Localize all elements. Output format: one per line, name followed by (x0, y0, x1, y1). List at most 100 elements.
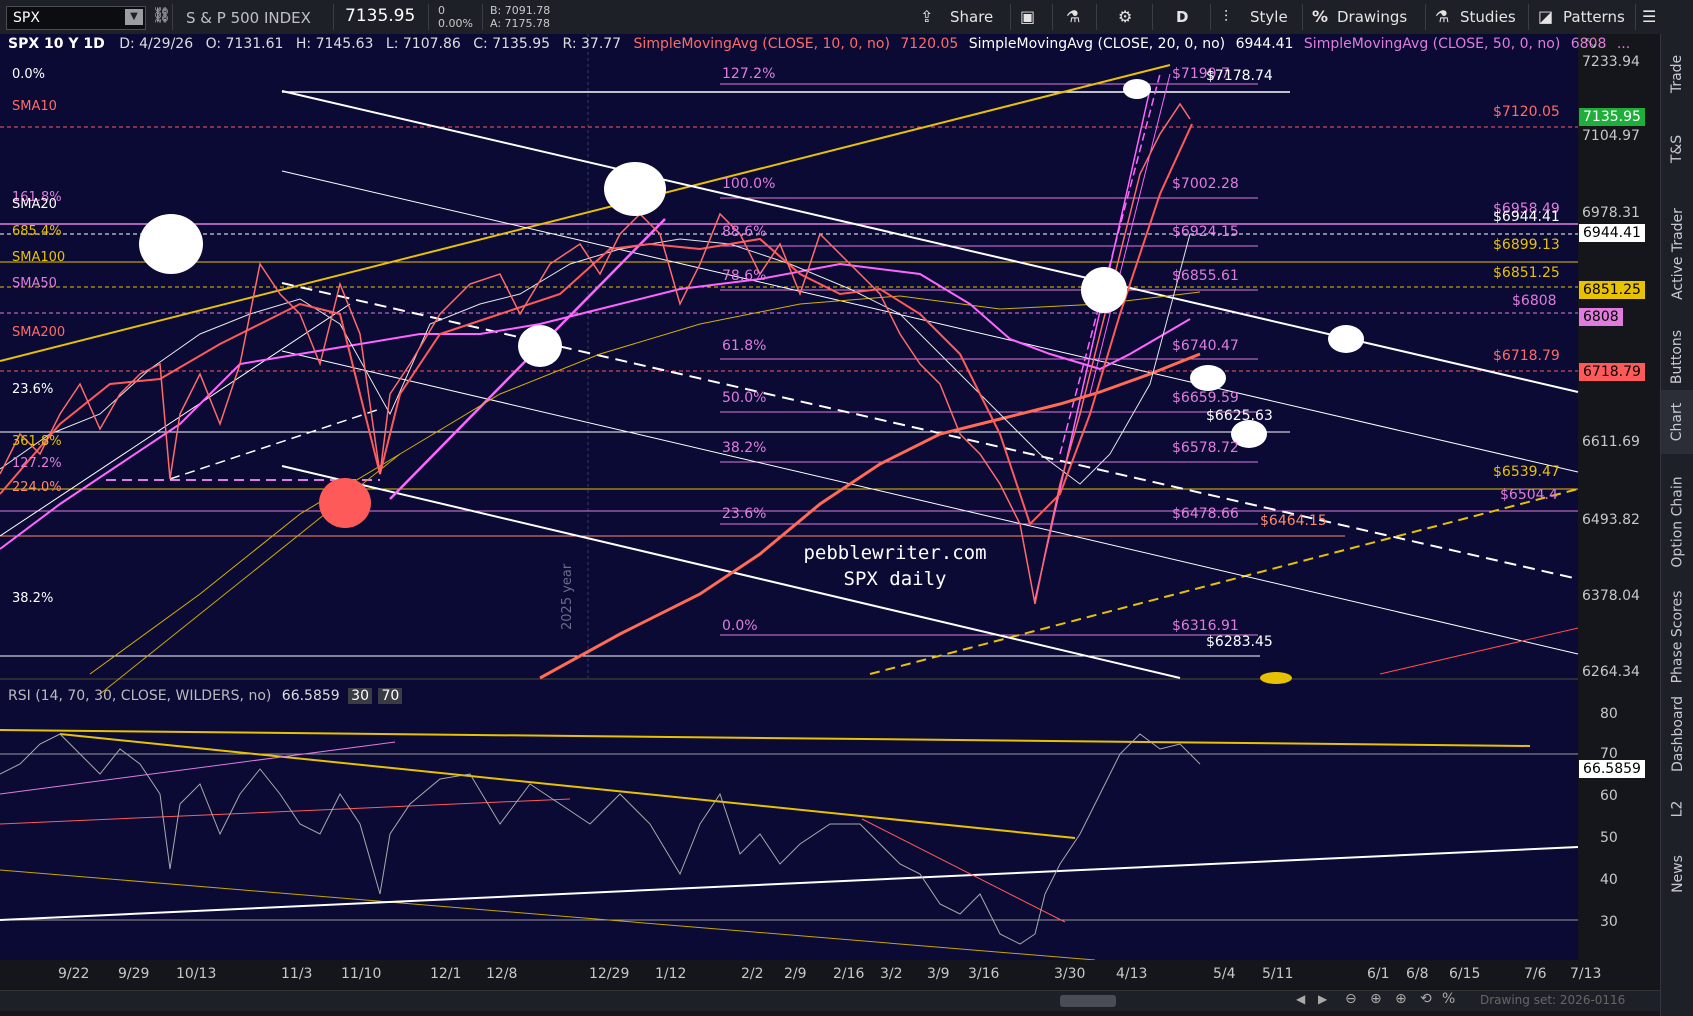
patterns-button[interactable]: Patterns (1563, 8, 1625, 26)
snapshot-icon[interactable]: ▣ (1020, 7, 1035, 26)
fib-percent-label: 127.2% (722, 66, 776, 82)
time-axis-tick: 3/9 (927, 966, 950, 982)
level-price-label: $6504.4 (1500, 487, 1558, 503)
share-icon[interactable]: ⇪ (920, 7, 933, 26)
sidebar-tab-label: Phase Scores (1669, 590, 1686, 683)
rsi-axis-tick: 40 (1600, 872, 1618, 888)
ask-price: A: 7175.78 (490, 17, 551, 30)
divider (172, 4, 173, 30)
reset-icon[interactable]: ⟲ (1420, 991, 1432, 1007)
studies-icon[interactable]: ⚗ (1435, 7, 1449, 26)
chevron-down-icon[interactable]: ▼ (125, 9, 143, 25)
price-axis-tick: 6493.82 (1582, 512, 1640, 528)
divider (482, 4, 483, 30)
chart-header: SPX 10 Y 1D D: 4/29/26 O: 7131.61 H: 714… (8, 36, 1630, 58)
divider (1635, 4, 1636, 30)
time-axis-tick: 12/8 (486, 966, 518, 982)
time-axis-tick: 6/8 (1406, 966, 1429, 982)
level-price-label: $6944.41 (1493, 209, 1560, 225)
symbol-text: SPX (13, 10, 40, 26)
fib-price-label: $6578.72 (1172, 440, 1239, 456)
sma50-legend[interactable]: SimpleMovingAvg (CLOSE, 50, 0, no) (1304, 36, 1560, 52)
zoom-in-icon[interactable]: ⊕ (1370, 991, 1382, 1007)
sma10-legend[interactable]: SimpleMovingAvg (CLOSE, 10, 0, no) (634, 36, 890, 52)
sidebar-tab-t-s[interactable]: T&S (1661, 114, 1693, 184)
fib-percent-label: 78.6% (722, 268, 767, 284)
sidebar-tab-buttons[interactable]: Buttons (1661, 324, 1693, 390)
change-percent: 0.00% (438, 17, 473, 30)
level-label: 685.4% (12, 224, 62, 239)
gear-icon[interactable]: ⚙ (1118, 7, 1132, 26)
rsi-oversold: 30 (348, 688, 372, 704)
style-button[interactable]: Style (1250, 8, 1288, 26)
price-badge: 6718.79 (1579, 363, 1645, 381)
watermark-caption: SPX daily (843, 568, 947, 590)
time-axis[interactable]: 9/22 9/29 10/13 11/3 11/10 12/1 12/8 12/29 1/12 2… (0, 960, 1660, 988)
percent-icon[interactable]: % (1442, 991, 1455, 1007)
time-axis-tick: 7/13 (1570, 966, 1602, 982)
fib-price-label: $6924.15 (1172, 224, 1239, 240)
level-label: 38.2% (12, 591, 54, 606)
instrument-name: S & P 500 INDEX (186, 9, 311, 27)
sidebar-tab-l2[interactable]: L2 (1661, 784, 1693, 834)
sma20-legend[interactable]: SimpleMovingAvg (CLOSE, 20, 0, no) (969, 36, 1225, 52)
divider (1210, 4, 1211, 30)
patterns-icon[interactable]: ◪ (1538, 7, 1553, 26)
sidebar-tab-dashboard[interactable]: Dashboard (1661, 684, 1693, 784)
time-axis-tick: 3/2 (880, 966, 903, 982)
menu-icon[interactable]: ☰ (1642, 7, 1656, 26)
scroll-left-icon[interactable]: ◀ (1296, 992, 1305, 1006)
divider (1425, 4, 1426, 30)
scroll-thumb[interactable] (1060, 995, 1116, 1007)
time-axis-tick: 11/10 (341, 966, 382, 982)
chart-area[interactable] (0, 34, 1660, 960)
divider (1096, 4, 1097, 30)
divider (428, 4, 429, 30)
level-label: SMA100 (12, 250, 66, 265)
fib-price-label: $6659.59 (1172, 390, 1239, 406)
horizontal-scrollbar[interactable]: ◀ ▶ ⊖ ⊕ ⊕ ⟲ % Drawing set: 2026-0116 (0, 990, 1660, 1011)
fib-percent-label: 88.6% (722, 224, 767, 240)
crosshair-icon[interactable]: ⊕ (1395, 991, 1407, 1007)
sidebar-tab-label: News (1669, 855, 1686, 893)
sidebar-tab-active-trader[interactable]: Active Trader (1661, 184, 1693, 324)
fib-percent-label: 23.6% (722, 506, 767, 522)
more-studies[interactable]: ... (1617, 36, 1630, 52)
level-label: SMA200 (12, 325, 66, 340)
timeframe-button[interactable]: D (1176, 8, 1188, 26)
scroll-right-icon[interactable]: ▶ (1318, 992, 1327, 1006)
watermark-site: pebblewriter.com (803, 542, 987, 564)
price-axis-tick: 7233.94 (1582, 54, 1640, 70)
time-axis-tick: 4/13 (1116, 966, 1148, 982)
share-button[interactable]: Share (950, 8, 993, 26)
last-price: 7135.95 (345, 6, 416, 26)
sidebar-tab-trade[interactable]: Trade (1661, 34, 1693, 114)
candle-style-icon[interactable]: ⫶ (1224, 7, 1228, 27)
link-icon[interactable]: ⛓ (152, 6, 171, 24)
drawings-icon[interactable]: % (1312, 7, 1328, 26)
divider (1528, 4, 1529, 30)
studies-button[interactable]: Studies (1460, 8, 1516, 26)
pane-divider[interactable] (0, 678, 1660, 680)
drawings-button[interactable]: Drawings (1337, 8, 1407, 26)
fib-percent-label: 50.0% (722, 390, 767, 406)
rsi-legend[interactable]: RSI (14, 70, 30, CLOSE, WILDERS, no) (8, 688, 271, 704)
drawing-set-label: Drawing set: 2026-0116 (1480, 993, 1626, 1007)
sidebar-tab-chart[interactable]: Chart (1661, 390, 1693, 454)
collapse-icon[interactable]: ⤡ (1585, 36, 1595, 51)
level-price-label: $6283.45 (1206, 634, 1273, 650)
year-label: 2025 year (560, 563, 575, 630)
sidebar-tab-news[interactable]: News (1661, 834, 1693, 914)
sidebar-tab-phase-scores[interactable]: Phase Scores (1661, 589, 1693, 684)
sidebar-tab-option-chain[interactable]: Option Chain (1661, 454, 1693, 589)
price-axis (1578, 34, 1660, 960)
time-axis-tick: 9/29 (118, 966, 150, 982)
price-badge: 6944.41 (1579, 224, 1645, 242)
flask-icon[interactable]: ⚗ (1066, 7, 1080, 26)
zoom-out-icon[interactable]: ⊖ (1345, 991, 1357, 1007)
right-sidebar: Trade T&S Active Trader Buttons Chart Option … (1660, 34, 1693, 1016)
symbol-selector[interactable]: SPX ▼ (6, 6, 146, 30)
time-axis-tick: 1/12 (655, 966, 687, 982)
fib-price-label: $6740.47 (1172, 338, 1239, 354)
sidebar-tab-label: L2 (1669, 800, 1686, 818)
